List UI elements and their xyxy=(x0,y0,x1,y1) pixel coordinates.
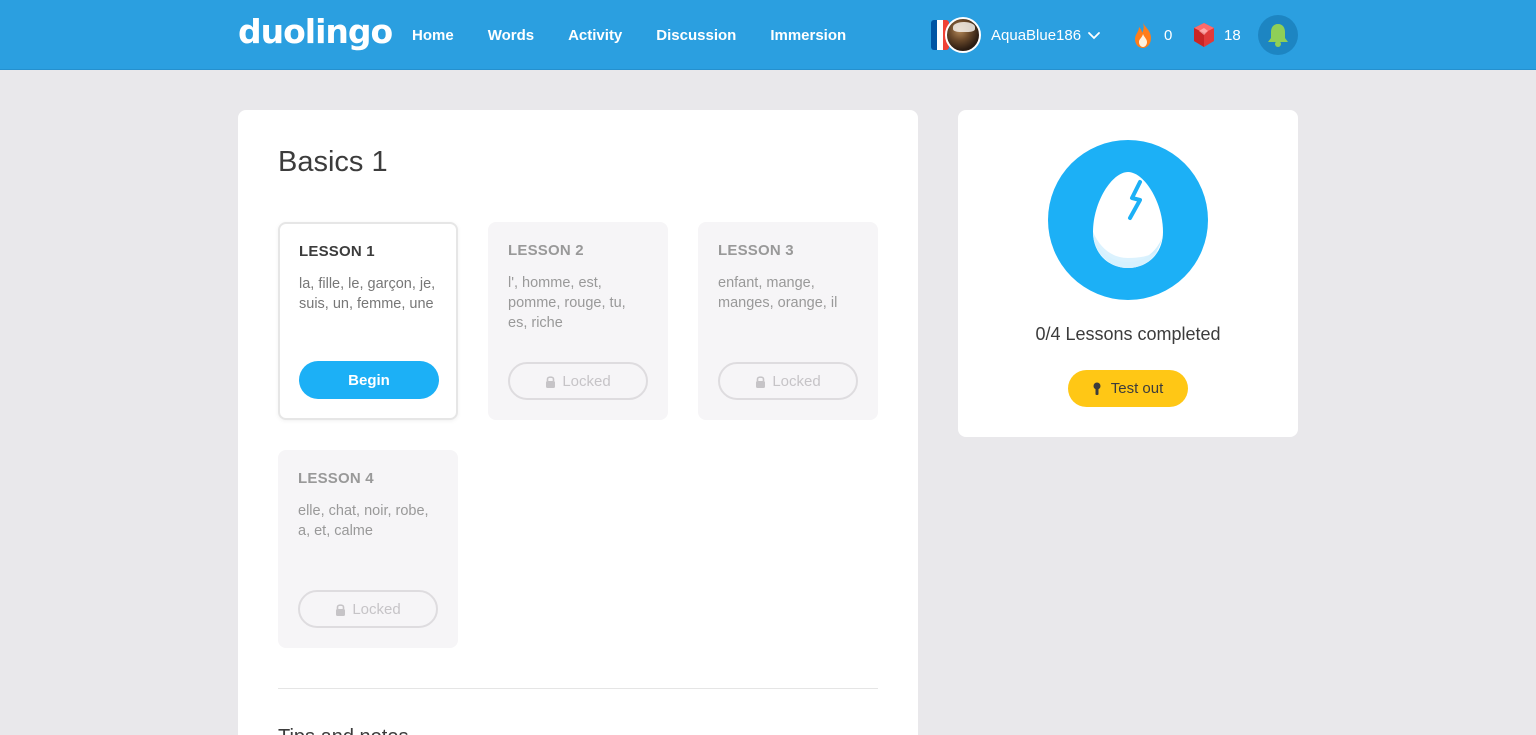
lesson-card-4: LESSON 4 elle, chat, noir, robe, a, et, … xyxy=(278,450,458,648)
top-navigation-bar: duolingo Home Words Activity Discussion … xyxy=(0,0,1536,70)
lesson-words: elle, chat, noir, robe, a, et, calme xyxy=(298,503,429,539)
lesson-words: la, fille, le, garçon, je, suis, un, fem… xyxy=(299,276,436,312)
lesson-title: LESSON 1 xyxy=(299,243,375,260)
chevron-down-icon xyxy=(1088,32,1100,40)
begin-button[interactable]: Begin xyxy=(299,361,439,399)
page-title: Basics 1 xyxy=(278,146,388,178)
locked-button-label: Locked xyxy=(772,372,821,390)
user-menu[interactable]: AquaBlue186 xyxy=(931,16,1101,54)
nav-words[interactable]: Words xyxy=(488,27,534,44)
lesson-card-1[interactable]: LESSON 1 la, fille, le, garçon, je, suis… xyxy=(278,222,458,420)
skill-progress-card: 0/4 Lessons completed Test out xyxy=(958,110,1298,437)
test-out-button[interactable]: Test out xyxy=(1068,370,1188,407)
lessons-completed-text: 0/4 Lessons completed xyxy=(1035,324,1221,344)
lock-icon xyxy=(546,375,556,388)
tips-heading: Tips and notes xyxy=(278,726,408,735)
notifications-button[interactable] xyxy=(1258,15,1298,55)
nav-discussion[interactable]: Discussion xyxy=(656,27,736,44)
nav-activity[interactable]: Activity xyxy=(568,27,622,44)
gem-count: 18 xyxy=(1224,26,1241,44)
nav-home[interactable]: Home xyxy=(412,27,454,44)
keyhole-icon xyxy=(1093,382,1101,395)
locked-button: Locked xyxy=(718,362,858,400)
lesson-words: enfant, mange, manges, orange, il xyxy=(718,275,838,311)
gem-icon xyxy=(1194,23,1214,47)
skill-icon xyxy=(1048,140,1208,300)
divider xyxy=(278,688,878,689)
lock-icon xyxy=(336,603,346,616)
bell-icon xyxy=(1268,24,1288,47)
cracked-egg-icon xyxy=(1093,172,1163,268)
streak-count: 0 xyxy=(1164,26,1173,44)
lesson-words: l', homme, est, pomme, rouge, tu, es, ri… xyxy=(508,275,626,331)
avatar[interactable] xyxy=(945,17,981,53)
locked-button-label: Locked xyxy=(352,600,401,618)
lesson-card-3: LESSON 3 enfant, mange, manges, orange, … xyxy=(698,222,878,420)
lesson-title: LESSON 2 xyxy=(508,242,584,259)
username: AquaBlue186 xyxy=(991,26,1082,44)
flame-icon xyxy=(1135,22,1151,48)
begin-button-label: Begin xyxy=(348,371,390,389)
lock-icon xyxy=(756,375,766,388)
locked-button: Locked xyxy=(298,590,438,628)
duolingo-logo[interactable]: duolingo xyxy=(238,10,393,54)
nav-immersion[interactable]: Immersion xyxy=(770,27,846,44)
test-out-label: Test out xyxy=(1110,380,1164,397)
lesson-title: LESSON 3 xyxy=(718,242,794,259)
lesson-card-2: LESSON 2 l', homme, est, pomme, rouge, t… xyxy=(488,222,668,420)
gems-counter[interactable]: 18 xyxy=(1193,20,1241,50)
locked-button: Locked xyxy=(508,362,648,400)
lesson-title: LESSON 4 xyxy=(298,470,374,487)
streak-counter[interactable]: 0 xyxy=(1131,20,1172,50)
skill-card: Basics 1 LESSON 1 la, fille, le, garçon,… xyxy=(238,110,918,735)
main-nav: Home Words Activity Discussion Immersion xyxy=(412,0,880,70)
locked-button-label: Locked xyxy=(562,372,611,390)
